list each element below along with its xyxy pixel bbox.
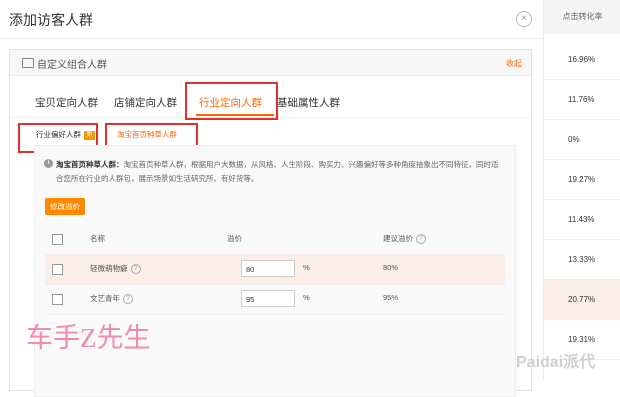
suggested-premium: 95% [383,293,399,302]
row-checkbox[interactable] [52,264,63,275]
row-name: 文艺青年? [90,293,133,305]
info-bold-label: 淘宝首页种草人群： [56,160,124,169]
subtab-label: 行业偏好人群 [36,130,81,139]
percent-unit: % [303,293,310,302]
table-row: 文艺青年? 95 % 95% [45,284,505,315]
tab-item-crowd[interactable]: 宝贝定向人群 [35,95,98,110]
table-cell: 11.76% [544,80,620,120]
help-icon[interactable]: ? [123,294,133,305]
table-cell: 19.27% [544,160,620,200]
row-name: 轻微萌物癖? [90,263,141,275]
collapse-link[interactable]: 收起 [506,58,522,69]
table-cell: 20.77% [544,280,620,320]
subtab-homepage-seeding[interactable]: 淘宝首页种草人群 [117,129,177,140]
header-suggested-label: 建议溢价 [383,234,413,243]
crowd-name: 轻微萌物癖 [90,264,128,273]
header-name: 名称 [90,234,105,243]
help-icon[interactable]: ? [130,264,141,275]
paidai-logo: Paidai派代 [516,354,596,371]
tab-industry-crowd[interactable]: 行业定向人群 [199,95,262,110]
row-checkbox[interactable] [52,294,63,305]
subtab-industry-preference[interactable]: 行业偏好人群新 [36,129,95,140]
close-button[interactable]: × [516,11,532,27]
column-header-ctr: 点击转化率 [544,0,620,34]
table-row: 轻微萌物癖? 80 % 80% [45,254,505,285]
dialog-title: 添加访客人群 [9,12,93,28]
watermark-text: 车手Z先生 [26,323,151,353]
modify-premium-button[interactable]: 修改溢价 [45,198,85,215]
panel-header: 自定义组合人群 收起 [10,50,531,76]
info-icon: i [44,159,53,168]
table-cell: 0% [544,120,620,160]
select-all-checkbox[interactable] [52,234,63,245]
table-cell: 16.96% [544,40,620,80]
background-table-column: 点击转化率 16.96% 11.76% 0% 19.27% 11.43% 13.… [543,0,620,380]
tab-basic-attribute-crowd[interactable]: 基础属性人群 [277,95,340,110]
table-cell: 13.33% [544,240,620,280]
percent-unit: % [303,263,310,272]
monitor-icon [22,58,34,68]
active-tab-indicator [196,114,274,116]
header-suggested-premium: 建议溢价? [383,233,426,245]
new-badge: 新 [84,130,95,140]
table-header-row: 名称 溢价 建议溢价? [45,224,505,255]
tab-shop-crowd[interactable]: 店铺定向人群 [114,95,177,110]
divider [0,38,543,39]
premium-input[interactable]: 95 [241,290,295,307]
panel-title: 自定义组合人群 [37,60,107,71]
info-description: 淘宝首页种草人群：淘宝首页种草人群，根据用户大数据，从风格、人生阶段、购买力、兴… [56,158,501,186]
premium-input[interactable]: 80 [241,260,295,277]
crowd-name: 文艺青年 [90,294,120,303]
table-cell: 11.43% [544,200,620,240]
help-icon: ? [416,234,426,245]
suggested-premium: 80% [383,263,399,272]
divider [10,117,531,118]
subtab-content: i 淘宝首页种草人群：淘宝首页种草人群，根据用户大数据，从风格、人生阶段、购买力… [34,145,516,397]
header-premium: 溢价 [227,234,242,243]
